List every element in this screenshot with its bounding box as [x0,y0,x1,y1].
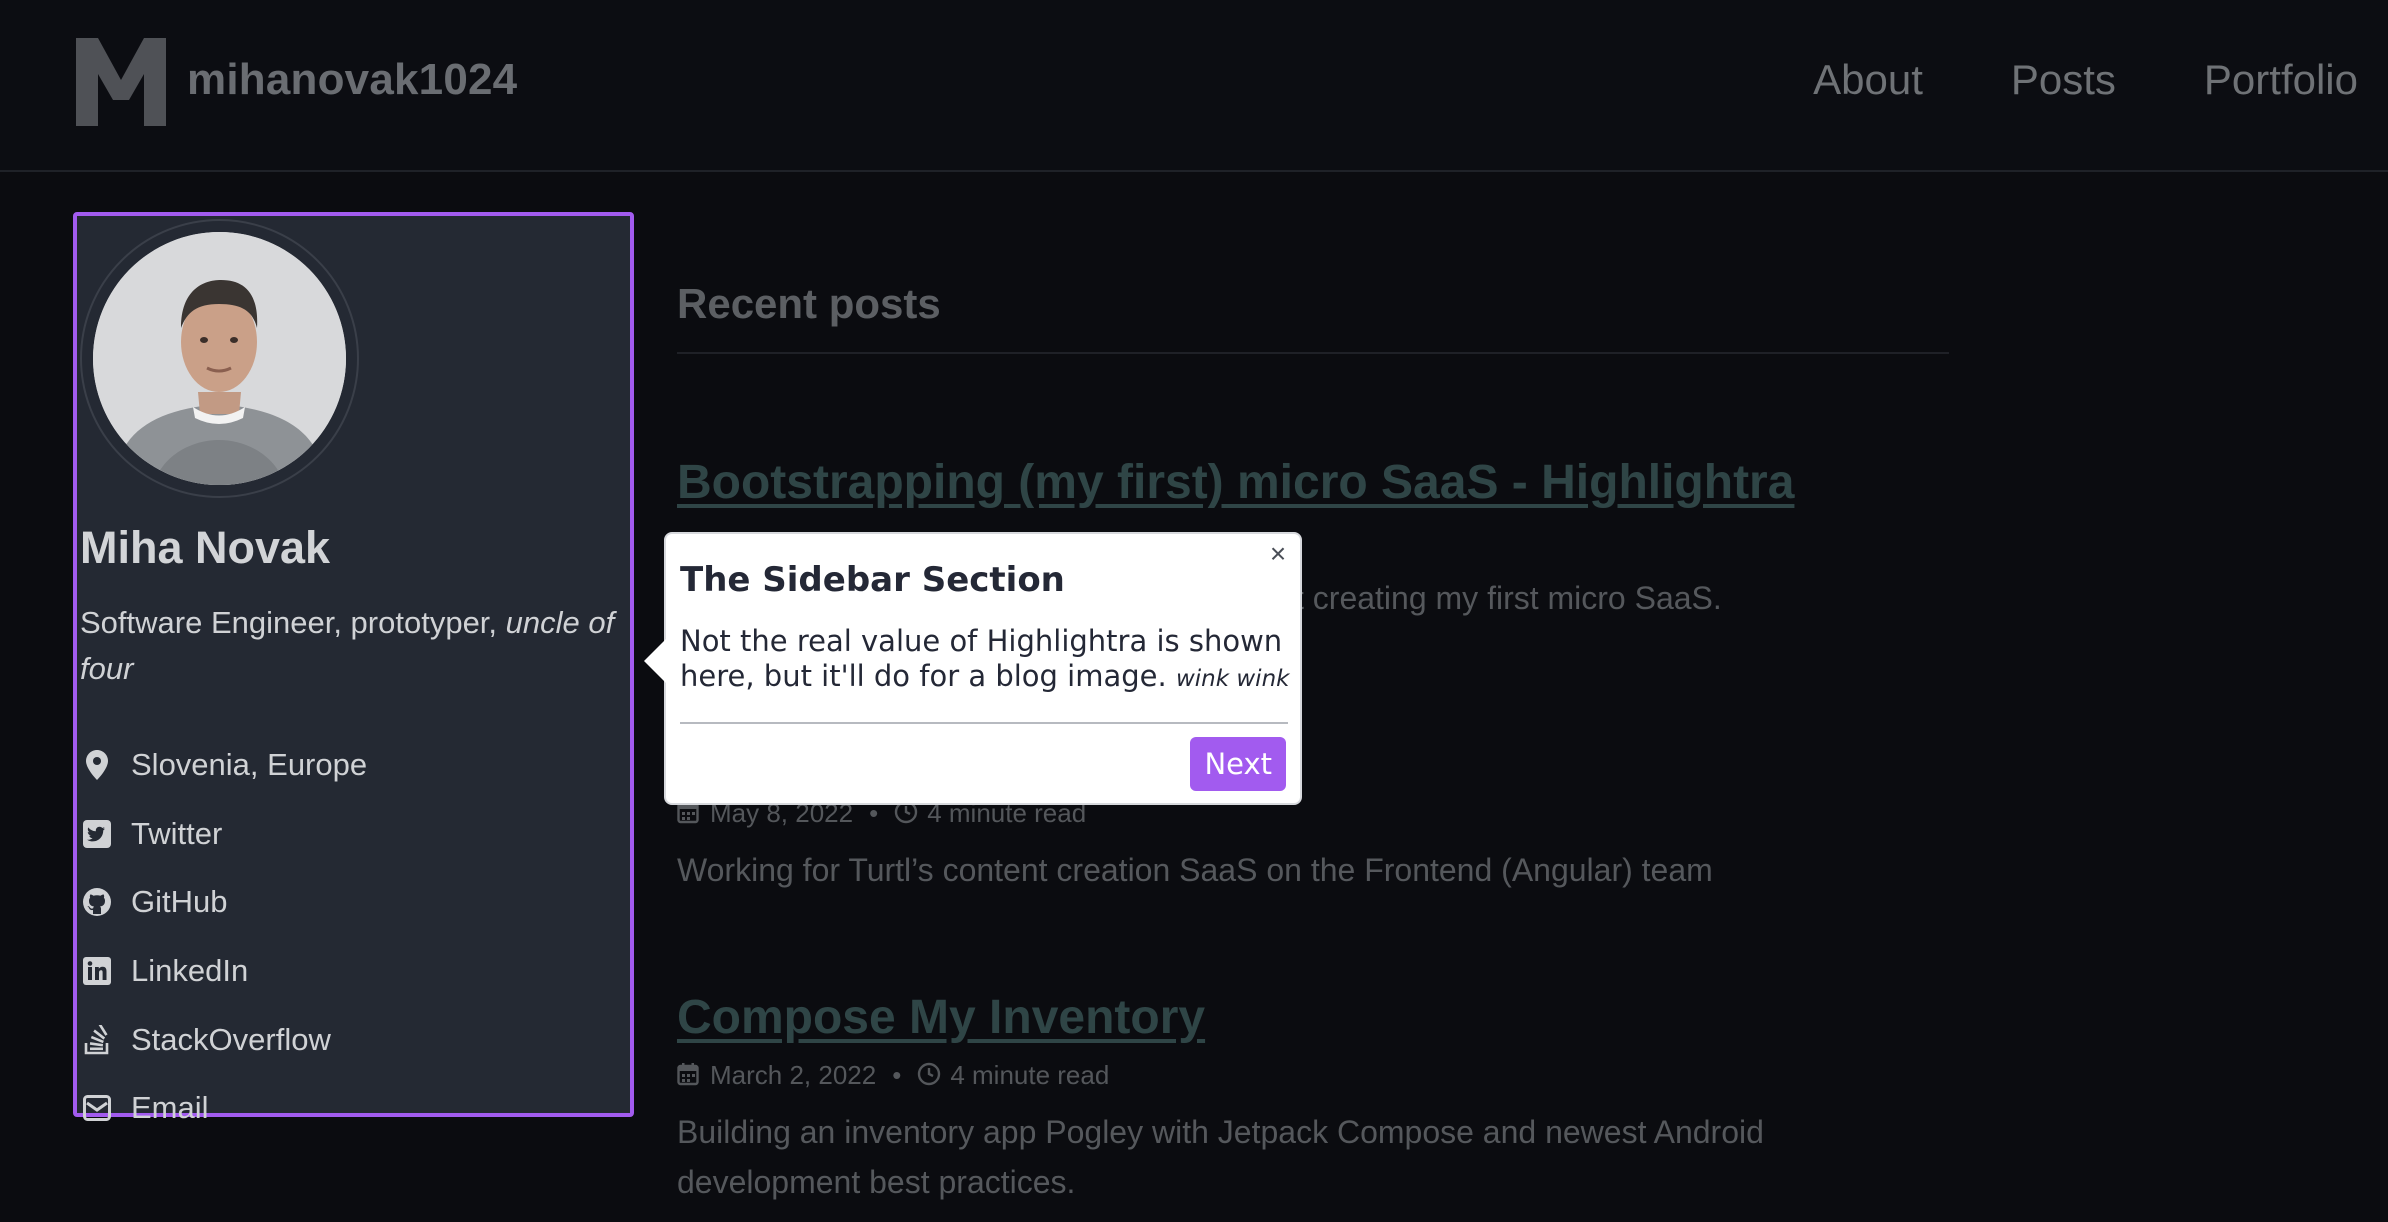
clock-icon [917,1062,943,1088]
map-pin-icon [82,750,112,781]
author-link-stackoverflow[interactable]: StackOverflow [80,1005,620,1074]
calendar-icon [677,1062,703,1088]
top-navigation-bar: mihanovak1024 About Posts Portfolio [0,0,2388,172]
post-item: Bootstrapping (my first) micro SaaS - Hi… [677,455,1949,616]
author-bio: Software Engineer, prototyper, uncle of … [80,600,620,692]
tour-popover: × The Sidebar Section Not the real value… [644,532,1302,805]
next-button[interactable]: Next [1190,737,1286,791]
stackoverflow-icon [82,1024,112,1055]
author-sidebar: Miha Novak Software Engineer, prototyper… [73,212,634,1125]
popover-arrow [644,639,666,683]
github-icon [82,887,112,917]
site-title[interactable]: mihanovak1024 [187,55,517,105]
meta-separator: • [892,1059,902,1090]
author-link-email[interactable]: Email [80,1074,620,1143]
stackoverflow-label[interactable]: StackOverflow [131,1022,331,1058]
envelope-icon [82,1093,112,1123]
twitter-square-icon [82,819,112,849]
author-location: Slovenia, Europe [80,731,620,800]
author-name: Miha Novak [80,522,331,573]
section-title: Recent posts [677,280,941,327]
linkedin-label[interactable]: LinkedIn [131,953,248,989]
github-label[interactable]: GitHub [131,884,227,920]
avatar-ring [80,219,359,498]
nav-link-posts[interactable]: Posts [2011,56,2116,104]
close-icon[interactable]: × [1264,538,1292,569]
site-logo[interactable] [76,38,166,126]
avatar-photo [93,232,346,485]
post-item: May 8, 2022 • 4 minute read Working for … [677,795,1949,895]
section-divider [677,352,1949,354]
avatar [93,232,346,485]
author-links: Slovenia, Europe Twitter GitHub LinkedIn [80,731,620,1143]
page: mihanovak1024 About Posts Portfolio Miha… [0,0,2388,1222]
post-title-link[interactable]: Compose My Inventory [677,990,1949,1045]
twitter-label[interactable]: Twitter [131,816,222,852]
author-bio-text: Software Engineer, prototyper, [80,605,506,640]
post-excerpt: Working for Turtl’s content creation Saa… [677,852,1713,888]
post-date: March 2, 2022 [710,1059,877,1090]
post-read-time: 4 minute read [950,1059,1110,1090]
email-label[interactable]: Email [131,1090,209,1126]
nav-link-about[interactable]: About [1813,56,1923,104]
post-title-link[interactable]: Bootstrapping (my first) micro SaaS - Hi… [677,455,1949,510]
author-link-github[interactable]: GitHub [80,868,620,937]
post-meta: March 2, 2022 • 4 minute read [677,1057,1949,1093]
main-nav: About Posts Portfolio [1813,56,2358,104]
post-excerpt: t creating my first micro SaaS. [1295,580,1722,616]
post-item: Compose My Inventory March 2, 2022 • 4 m… [677,990,1949,1207]
location-label: Slovenia, Europe [131,747,368,783]
post-excerpt: Building an inventory app Pogley with Je… [677,1114,1764,1200]
popover-divider [680,722,1288,724]
nav-link-portfolio[interactable]: Portfolio [2204,56,2358,104]
author-link-twitter[interactable]: Twitter [80,800,620,869]
popover-body-aside: wink wink [1175,666,1290,692]
popover-body: Not the real value of Highlightra is sho… [680,624,1290,697]
popover-title: The Sidebar Section [680,560,1065,600]
author-link-linkedin[interactable]: LinkedIn [80,937,620,1006]
linkedin-icon [82,956,112,986]
